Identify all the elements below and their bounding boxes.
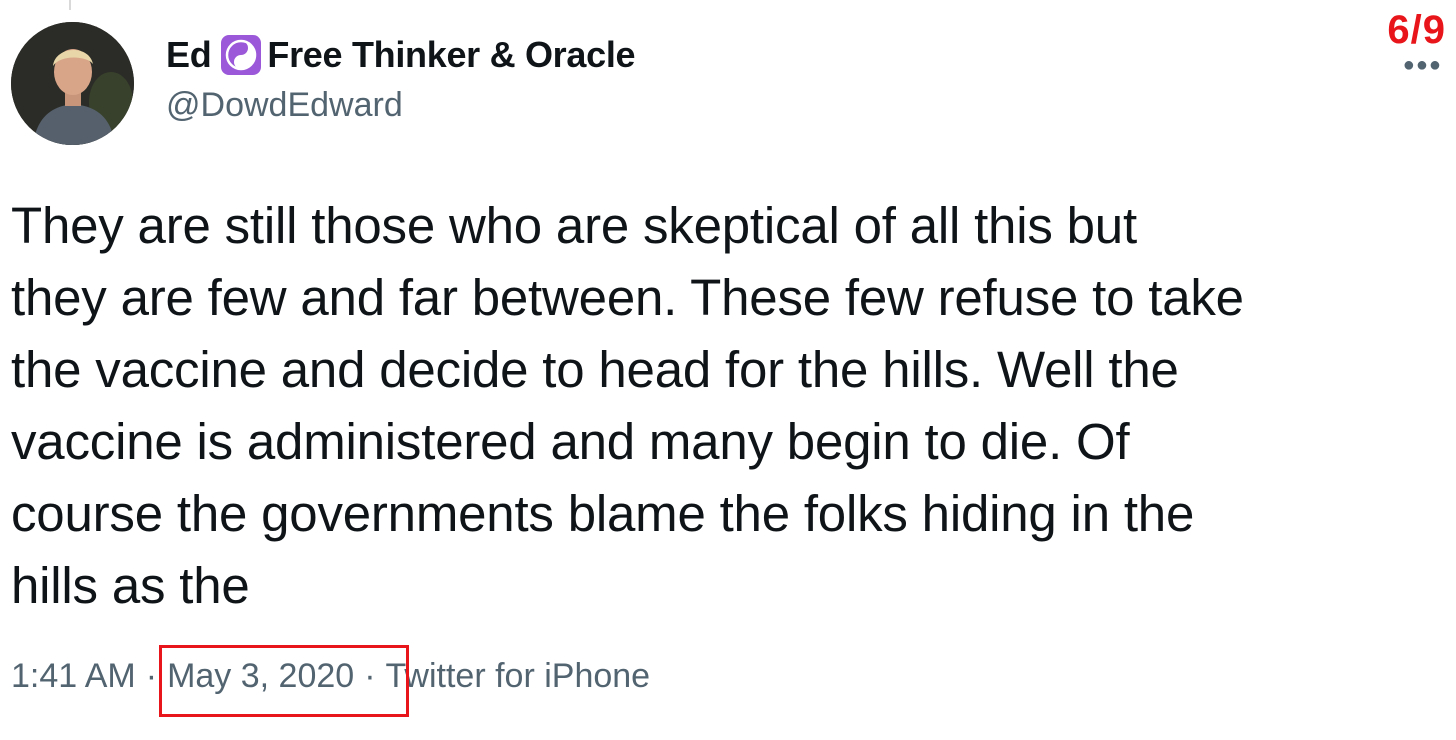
meta-separator: · [145,657,158,695]
author-name-title: Free Thinker & Oracle [267,34,636,75]
more-options-icon[interactable]: ●●● [1403,54,1442,77]
thread-counter: 6/9 [1387,8,1446,52]
yin-yang-icon [221,35,262,75]
avatar-photo [11,22,134,145]
tweet-time[interactable]: 1:41 AM [11,657,136,696]
author-handle[interactable]: @DowdEdward [166,86,403,125]
top-divider-mark [69,0,71,10]
avatar[interactable] [11,22,134,145]
author-first-name: Ed [166,34,212,75]
tweet-source[interactable]: Twitter for iPhone [386,657,651,696]
author-display-name[interactable]: Ed Free Thinker & Oracle [166,34,636,76]
date-highlight-box [159,645,409,717]
tweet-text: They are still those who are skeptical o… [11,197,1244,614]
